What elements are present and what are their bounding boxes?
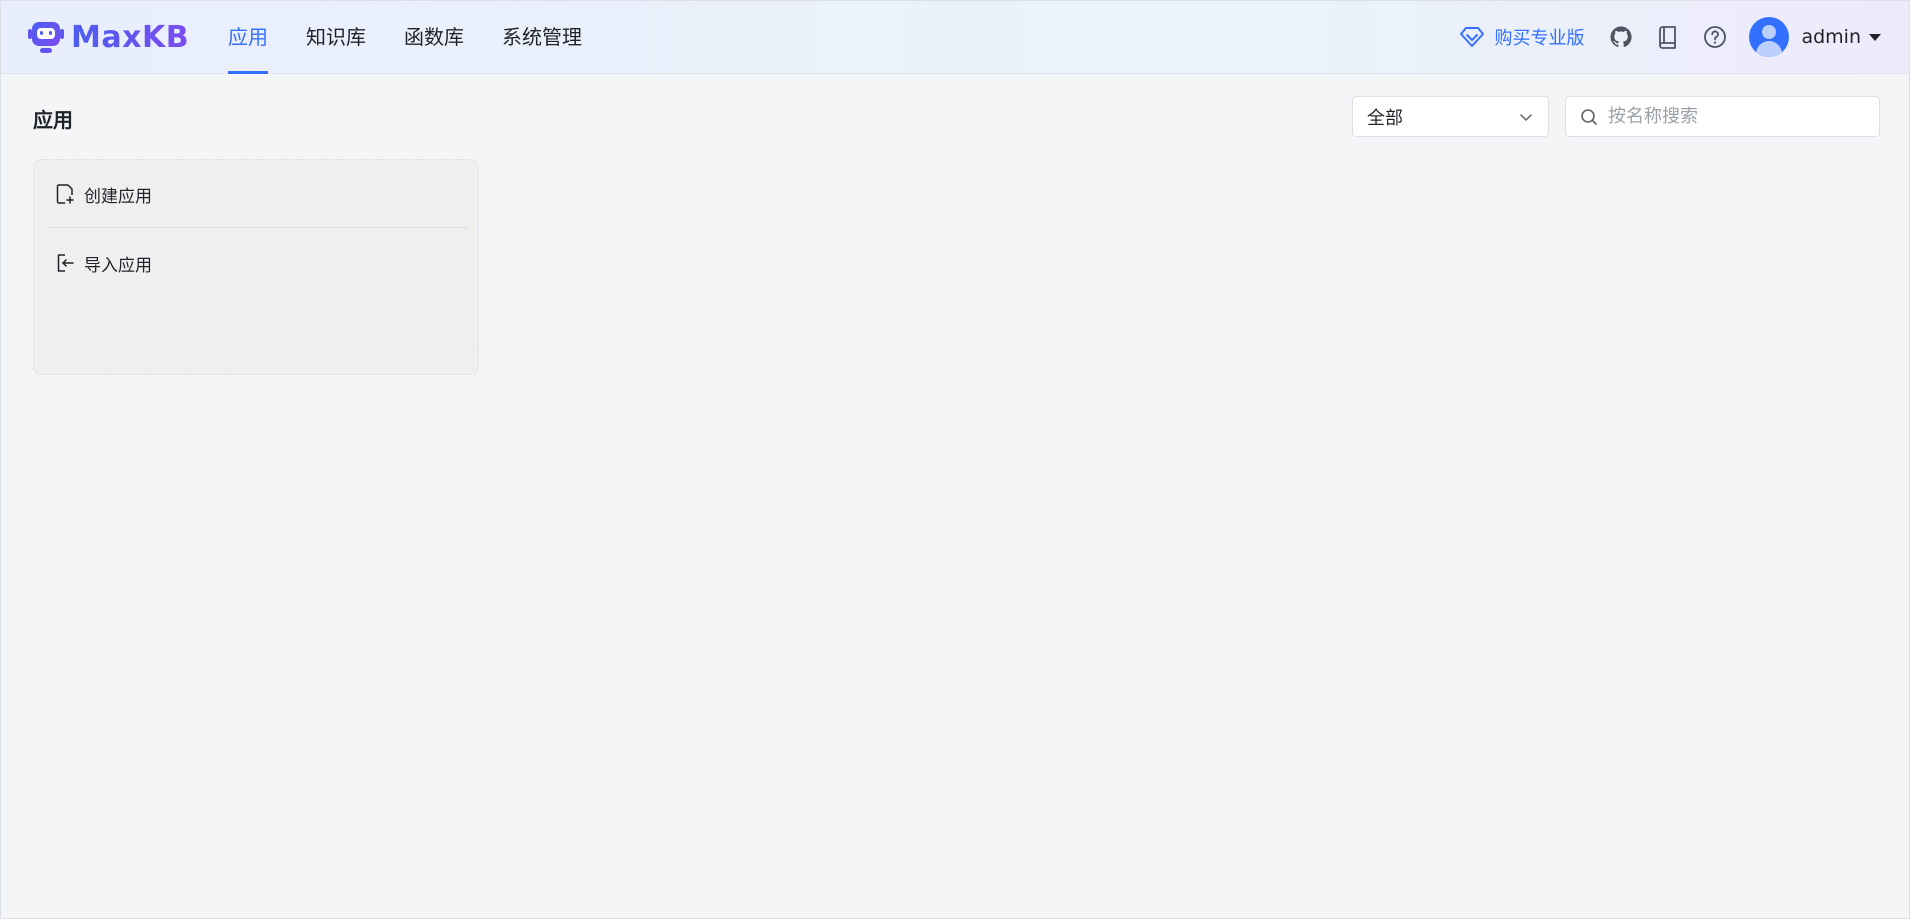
brand-logo[interactable]: MaxKB xyxy=(27,19,189,55)
caret-down-icon[interactable] xyxy=(1869,33,1881,41)
new-document-icon xyxy=(56,184,74,204)
brand-name: MaxKB xyxy=(71,19,190,55)
create-app-button[interactable]: 创建应用 xyxy=(56,181,152,207)
github-icon[interactable] xyxy=(1608,24,1634,50)
page-title: 应用 xyxy=(33,108,73,132)
top-header: MaxKB 应用 知识库 函数库 系统管理 购买专业版 admin xyxy=(1,1,1909,74)
buy-pro-link[interactable]: 购买专业版 xyxy=(1460,24,1584,50)
filter-selected-value: 全部 xyxy=(1367,107,1403,129)
header-actions: 购买专业版 admin xyxy=(1460,17,1881,57)
robot-logo-icon xyxy=(28,22,64,53)
import-app-button[interactable]: 导入应用 xyxy=(56,250,152,276)
avatar[interactable] xyxy=(1749,17,1790,57)
import-app-label: 导入应用 xyxy=(84,255,152,276)
tab-knowledge-base[interactable]: 知识库 xyxy=(306,1,366,74)
user-name[interactable]: admin xyxy=(1801,26,1861,48)
search-input[interactable] xyxy=(1608,106,1865,127)
tab-function-library[interactable]: 函数库 xyxy=(404,1,464,74)
book-icon[interactable] xyxy=(1655,24,1681,50)
card-divider xyxy=(46,227,468,228)
tab-applications[interactable]: 应用 xyxy=(228,1,268,74)
tab-system-management[interactable]: 系统管理 xyxy=(502,1,582,74)
buy-pro-label: 购买专业版 xyxy=(1494,28,1585,49)
create-app-card: 创建应用 导入应用 xyxy=(33,159,479,375)
chevron-down-icon xyxy=(1520,113,1532,121)
help-icon[interactable] xyxy=(1702,24,1728,50)
search-box xyxy=(1565,96,1880,137)
create-app-label: 创建应用 xyxy=(84,186,152,207)
diamond-icon xyxy=(1460,27,1485,47)
import-icon xyxy=(57,254,74,272)
main-nav: 应用 知识库 函数库 系统管理 xyxy=(228,1,620,74)
type-filter-select[interactable]: 全部 xyxy=(1352,96,1549,137)
search-icon xyxy=(1581,108,1597,125)
